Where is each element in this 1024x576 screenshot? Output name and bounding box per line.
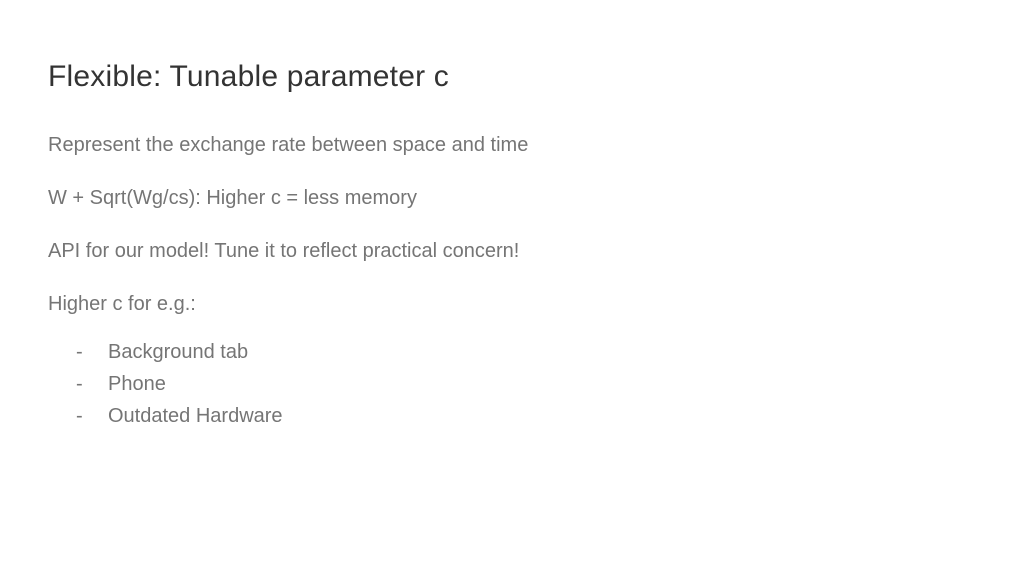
slide-title: Flexible: Tunable parameter c (48, 60, 976, 94)
body-paragraph: Higher c for e.g.: (48, 291, 976, 318)
list-item: Phone (76, 368, 976, 400)
body-paragraph: API for our model! Tune it to reflect pr… (48, 238, 976, 265)
body-paragraph: W + Sqrt(Wg/cs): Higher c = less memory (48, 185, 976, 212)
body-paragraph: Represent the exchange rate between spac… (48, 132, 976, 159)
list-item: Background tab (76, 336, 976, 368)
list-item: Outdated Hardware (76, 400, 976, 432)
bullet-list: Background tab Phone Outdated Hardware (48, 336, 976, 432)
